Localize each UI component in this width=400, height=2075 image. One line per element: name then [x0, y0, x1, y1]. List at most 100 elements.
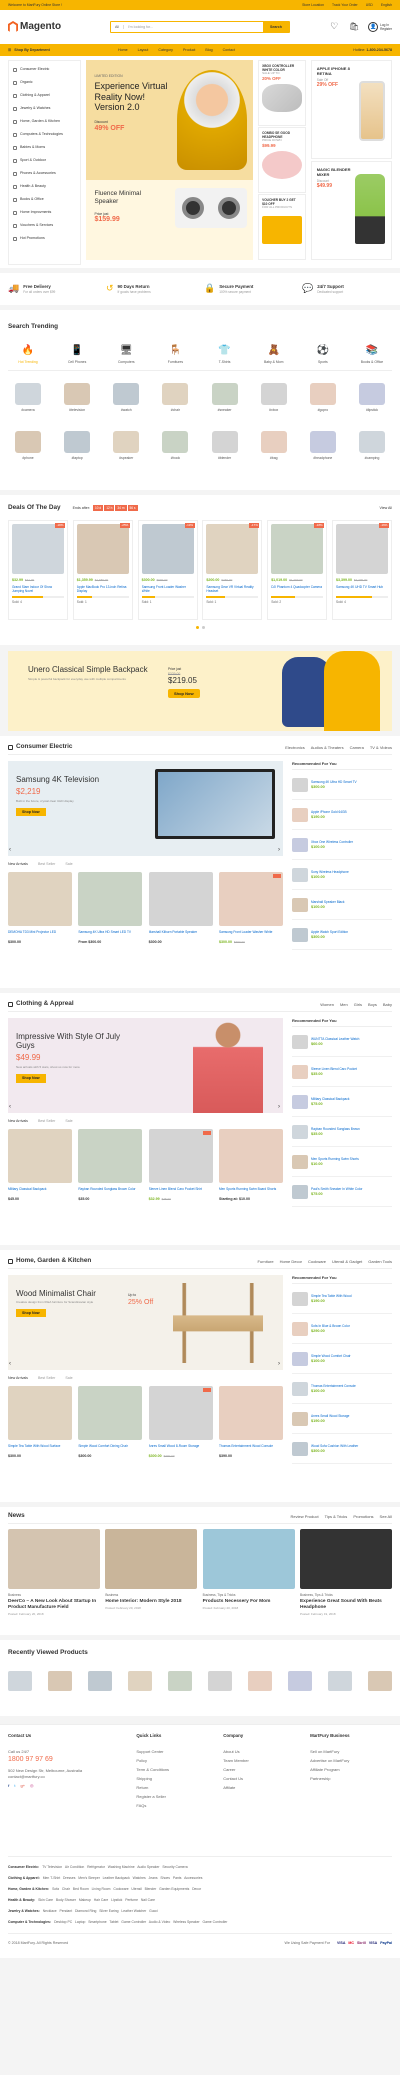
- next-arrow-icon[interactable]: ›: [278, 847, 280, 855]
- sidebar-item[interactable]: Babies & Moms: [13, 141, 76, 154]
- product-tab[interactable]: Best Seller: [38, 1376, 55, 1380]
- search-button[interactable]: Search: [263, 22, 289, 32]
- category-tab[interactable]: Utensil & Gadget: [332, 1259, 362, 1264]
- sidebar-item[interactable]: Phones & Accessories: [13, 167, 76, 180]
- trending-tag[interactable]: #xbox: [254, 383, 294, 412]
- footer-link[interactable]: Term & Conditions: [136, 1767, 209, 1772]
- trending-tab[interactable]: 📚 Books & Office: [352, 345, 392, 364]
- category-tab[interactable]: Men: [340, 1002, 348, 1007]
- language-select[interactable]: English: [381, 3, 392, 7]
- sidebar-item[interactable]: Jewelry & Watches: [13, 102, 76, 115]
- news-title[interactable]: DeerCo – A New Look About Startup In Pro…: [8, 1599, 100, 1611]
- sidebar-item[interactable]: Clothing & Apparel: [13, 89, 76, 102]
- recommended-name[interactable]: Military Classical Backpack: [311, 1097, 389, 1101]
- recent-product-image[interactable]: [168, 1671, 192, 1691]
- section-banner[interactable]: Impressive With Style Of July Guys $49.99…: [8, 1018, 283, 1113]
- trending-tag[interactable]: #lipstick: [352, 383, 392, 412]
- hero-slider[interactable]: LIMITED EDITION Experience Virtual Reali…: [86, 60, 254, 260]
- category-tab[interactable]: Baby: [383, 1002, 392, 1007]
- product-card[interactable]: Military Classical Backpack $45.00: [8, 1129, 72, 1201]
- footer-link[interactable]: Team Member: [223, 1758, 296, 1763]
- recommended-item[interactable]: Military Classical Backpack $75.00: [292, 1087, 392, 1117]
- footer-link[interactable]: Register a Seller: [136, 1794, 209, 1799]
- recommended-item[interactable]: Sleeve Linen Blend Caro Pocket $35.00: [292, 1057, 392, 1087]
- footer-link[interactable]: Shipping: [136, 1776, 209, 1781]
- footer-category-links[interactable]: Necklace Pendant Diamond Ring Silver Ear…: [43, 1909, 158, 1920]
- product-tab[interactable]: New Arrivals: [8, 1376, 28, 1380]
- recommended-name[interactable]: Rayban Rounded Sunglass Brown: [311, 1127, 389, 1131]
- trending-tab[interactable]: 🔥 Hot Trending: [8, 345, 48, 364]
- sidebar-item[interactable]: Computers & Technologies: [13, 128, 76, 141]
- trending-tag[interactable]: #gopro: [303, 383, 343, 412]
- trending-tag[interactable]: #laptop: [57, 430, 97, 460]
- product-name[interactable]: Anres Small Wood 8-Room Storage: [149, 1444, 213, 1452]
- footer-category-links[interactable]: Sofa Chair Bed Room Living Room Cookware…: [52, 1887, 201, 1898]
- blender-banner[interactable]: MAGIC BLENDER MIXER Discount $49.99: [310, 161, 393, 260]
- recent-product-image[interactable]: [88, 1671, 112, 1691]
- nav-layout[interactable]: Layout: [138, 48, 149, 52]
- product-name[interactable]: Simple Wood Comfort Dining Chair: [78, 1444, 142, 1452]
- sidebar-item[interactable]: Books & Office: [13, 193, 76, 206]
- news-post[interactable]: Business, Tips & Tricks Products Necesser…: [202, 1529, 295, 1611]
- sidebar-item[interactable]: Vouchers & Services: [13, 219, 76, 232]
- nav-home[interactable]: Home: [118, 48, 128, 52]
- deals-view-all-link[interactable]: View All: [379, 506, 392, 510]
- trending-tag[interactable]: #bag: [254, 430, 294, 460]
- recommended-item[interactable]: Paul's Smith Sneaker In White Color $75.0…: [292, 1177, 392, 1207]
- footer-link[interactable]: Affilate: [223, 1785, 296, 1790]
- footer-category-links[interactable]: Desktop PC Laptop Smartphone Tablet Game…: [54, 1920, 227, 1931]
- recent-product-image[interactable]: [368, 1671, 392, 1691]
- category-tab[interactable]: Garden Tools: [368, 1259, 392, 1264]
- trending-tag[interactable]: #camera: [8, 383, 48, 412]
- product-card[interactable]: Thomas Entertainment Wood Console $390.00: [218, 1386, 283, 1458]
- product-name[interactable]: Simple Tea Table With Wood Surface: [8, 1444, 72, 1452]
- product-name[interactable]: Military Classical Backpack: [8, 1187, 72, 1195]
- recent-product-image[interactable]: [48, 1671, 72, 1691]
- category-tab[interactable]: Boys: [368, 1002, 377, 1007]
- recent-product-image[interactable]: [288, 1671, 312, 1691]
- deal-product-name[interactable]: Samsung Front Loader Washer White: [142, 585, 194, 593]
- trending-tag[interactable]: #sneaker: [205, 383, 245, 412]
- sidebar-item[interactable]: Home, Garden & Kitchen: [13, 115, 76, 128]
- product-card[interactable]: Marshall Kilburn Portable Speaker $300.00: [148, 872, 213, 944]
- category-tab[interactable]: Cookware: [308, 1259, 326, 1264]
- trending-tab[interactable]: 👕 T-Shirts: [205, 345, 245, 364]
- prev-arrow-icon[interactable]: ‹: [9, 1104, 11, 1112]
- product-card[interactable]: DEMOHA TD3 Mini Projector LED $300.00: [8, 872, 72, 944]
- product-card[interactable]: Simple Wood Comfort Dining Chair $300.00: [78, 1386, 143, 1458]
- product-tab[interactable]: Best Seller: [38, 862, 55, 866]
- sidebar-item[interactable]: Sport & Outdoor: [13, 154, 76, 167]
- product-name[interactable]: Marshall Kilburn Portable Speaker: [149, 930, 213, 938]
- voucher-banner[interactable]: VOUCHER BUY 2 GET $10 OFF FOR ALL PRODUC…: [258, 194, 306, 260]
- deal-product-card[interactable]: -17% $200.00 $269.00 Samsung Gear VR Virtua…: [202, 520, 263, 620]
- deal-product-name[interactable]: Samsung Gear VR Virtual Reality Headset: [206, 585, 258, 593]
- footer-link[interactable]: Support Center: [136, 1749, 209, 1754]
- footer-category-links[interactable]: TV Television Air Condition Refrigerator…: [42, 1865, 188, 1876]
- search-category-select[interactable]: All: [111, 24, 124, 30]
- trending-tag[interactable]: #blender: [205, 430, 245, 460]
- deal-product-name[interactable]: Samsung 4K UHD TV Smart Hub: [336, 585, 388, 593]
- product-name[interactable]: Thomas Entertainment Wood Console: [219, 1444, 283, 1452]
- trending-tag[interactable]: #television: [57, 383, 97, 412]
- footer-link[interactable]: Return: [136, 1785, 209, 1790]
- user-icon[interactable]: 👤: [368, 22, 379, 32]
- facebook-icon[interactable]: f: [8, 1783, 9, 1788]
- headphone-banner[interactable]: COMBO SE GOOD HEADPHONE PRICE DOWN $99.9…: [258, 127, 306, 193]
- sidebar-item[interactable]: Home Improvments: [13, 206, 76, 219]
- product-name[interactable]: DEMOHA TD3 Mini Projector LED: [8, 930, 72, 938]
- footer-link[interactable]: Affiliate Program: [310, 1767, 392, 1772]
- footer-link[interactable]: Contact Us: [223, 1776, 296, 1781]
- recommended-name[interactable]: Apple Watch Sport Edition: [311, 930, 389, 934]
- product-card[interactable]: Samsung Front Loader Washer White $300.00…: [218, 872, 283, 945]
- store-location-link[interactable]: Store Location: [302, 3, 324, 7]
- trending-tag[interactable]: #camping: [352, 430, 392, 460]
- category-tab[interactable]: Girls: [354, 1002, 362, 1007]
- trending-tag[interactable]: #watch: [106, 383, 146, 412]
- product-name[interactable]: Samsung Front Loader Washer White: [219, 930, 283, 938]
- recommended-name[interactable]: Samsung 4K Ultra HD Smart TV: [311, 780, 389, 784]
- category-tab[interactable]: Furniture: [258, 1259, 274, 1264]
- next-arrow-icon[interactable]: ›: [278, 1104, 280, 1112]
- product-card[interactable]: Simple Tea Table With Wood Surface $300.0…: [8, 1386, 72, 1458]
- deal-product-card[interactable]: -13% $300.00 $699.00 Samsung Front Loader W…: [137, 520, 198, 620]
- category-tab[interactable]: Audios & Theaters: [311, 745, 344, 750]
